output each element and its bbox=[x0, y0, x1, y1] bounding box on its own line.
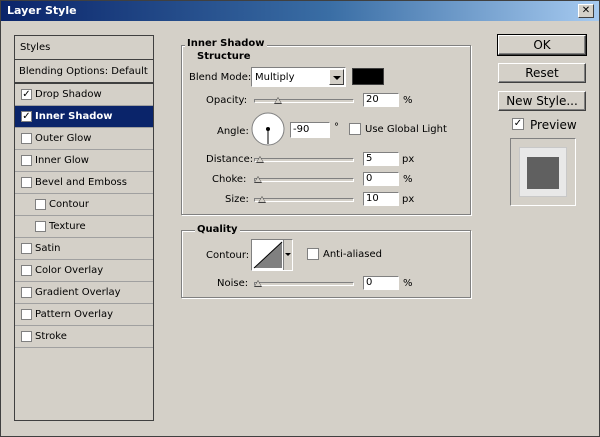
opacity-input[interactable]: 20 bbox=[363, 93, 399, 107]
blend-mode-value: Multiply bbox=[255, 72, 295, 83]
style-item-checkbox[interactable]: ✓ bbox=[21, 111, 32, 122]
contour-dropdown-arrow[interactable] bbox=[283, 240, 292, 270]
style-item-checkbox[interactable] bbox=[21, 265, 32, 276]
style-item-checkbox[interactable] bbox=[21, 331, 32, 342]
opacity-unit: % bbox=[403, 95, 413, 106]
size-unit: px bbox=[402, 194, 415, 205]
title-bar: Layer Style ✕ bbox=[1, 1, 599, 21]
style-item-checkbox[interactable] bbox=[21, 177, 32, 188]
layer-style-dialog: Layer Style ✕ Styles Blending Options: D… bbox=[0, 0, 600, 437]
preview-thumbnail bbox=[510, 138, 576, 206]
style-item-label: Drop Shadow bbox=[35, 89, 102, 100]
noise-slider[interactable] bbox=[254, 282, 354, 286]
style-item-inner-glow[interactable]: Inner Glow bbox=[15, 150, 153, 172]
size-label: Size: bbox=[225, 194, 249, 205]
choke-slider[interactable] bbox=[254, 178, 354, 182]
use-global-light-label: Use Global Light bbox=[365, 124, 447, 135]
shadow-color-swatch[interactable] bbox=[352, 68, 384, 85]
style-item-contour[interactable]: Contour bbox=[15, 194, 153, 216]
panel-title: Inner Shadow bbox=[185, 38, 267, 49]
contour-label: Contour: bbox=[206, 250, 250, 261]
chevron-down-icon bbox=[329, 69, 344, 85]
structure-legend: Structure bbox=[195, 51, 253, 62]
preview-checkbox[interactable]: ✓ bbox=[512, 118, 524, 130]
style-item-checkbox[interactable] bbox=[21, 309, 32, 320]
style-item-drop-shadow[interactable]: ✓ Drop Shadow bbox=[15, 84, 153, 106]
noise-unit: % bbox=[403, 278, 413, 289]
style-item-gradient-overlay[interactable]: Gradient Overlay bbox=[15, 282, 153, 304]
anti-aliased-label: Anti-aliased bbox=[323, 249, 383, 260]
opacity-slider[interactable] bbox=[254, 99, 354, 103]
styles-header-label: Styles bbox=[20, 42, 51, 53]
angle-label: Angle: bbox=[217, 126, 249, 137]
new-style-button[interactable]: New Style... bbox=[498, 91, 586, 111]
style-item-checkbox[interactable] bbox=[21, 155, 32, 166]
choke-input[interactable]: 0 bbox=[363, 172, 399, 186]
use-global-light-checkbox[interactable] bbox=[349, 123, 361, 135]
size-slider-thumb[interactable] bbox=[258, 196, 266, 203]
style-item-label: Inner Shadow bbox=[35, 111, 113, 122]
size-slider[interactable] bbox=[254, 198, 354, 202]
style-item-label: Contour bbox=[49, 199, 89, 210]
anti-aliased-checkbox[interactable] bbox=[307, 248, 319, 260]
style-item-label: Color Overlay bbox=[35, 265, 104, 276]
quality-legend: Quality bbox=[195, 224, 240, 235]
contour-preview-icon bbox=[253, 241, 283, 269]
style-item-stroke[interactable]: Stroke bbox=[15, 326, 153, 348]
style-item-label: Pattern Overlay bbox=[35, 309, 114, 320]
blending-options-item[interactable]: Blending Options: Default bbox=[15, 60, 153, 84]
window-title: Layer Style bbox=[7, 4, 77, 17]
distance-input[interactable]: 5 bbox=[363, 152, 399, 166]
style-item-checkbox[interactable] bbox=[21, 287, 32, 298]
size-input[interactable]: 10 bbox=[363, 192, 399, 206]
style-item-checkbox[interactable] bbox=[35, 199, 46, 210]
blend-mode-label: Blend Mode: bbox=[189, 72, 252, 83]
distance-unit: px bbox=[402, 154, 415, 165]
style-item-checkbox[interactable] bbox=[21, 133, 32, 144]
style-item-pattern-overlay[interactable]: Pattern Overlay bbox=[15, 304, 153, 326]
style-item-checkbox[interactable] bbox=[35, 221, 46, 232]
style-item-label: Bevel and Emboss bbox=[35, 177, 127, 188]
noise-slider-thumb[interactable] bbox=[254, 280, 262, 287]
style-item-checkbox[interactable]: ✓ bbox=[21, 89, 32, 100]
choke-slider-thumb[interactable] bbox=[254, 176, 262, 183]
style-item-satin[interactable]: Satin bbox=[15, 238, 153, 260]
style-item-color-overlay[interactable]: Color Overlay bbox=[15, 260, 153, 282]
style-item-label: Gradient Overlay bbox=[35, 287, 121, 298]
choke-unit: % bbox=[403, 174, 413, 185]
angle-unit: ° bbox=[334, 122, 339, 133]
blending-options-label: Blending Options: Default bbox=[19, 66, 148, 77]
chevron-down-icon bbox=[285, 253, 291, 256]
opacity-label: Opacity: bbox=[206, 95, 248, 106]
angle-input[interactable]: -90 bbox=[290, 122, 330, 138]
style-item-label: Inner Glow bbox=[35, 155, 89, 166]
contour-picker[interactable] bbox=[251, 239, 293, 271]
opacity-slider-thumb[interactable] bbox=[274, 97, 282, 104]
style-item-bevel-and-emboss[interactable]: Bevel and Emboss bbox=[15, 172, 153, 194]
angle-dial[interactable] bbox=[250, 111, 286, 147]
distance-slider[interactable] bbox=[254, 158, 354, 162]
style-item-label: Satin bbox=[35, 243, 61, 254]
style-item-label: Stroke bbox=[35, 331, 67, 342]
style-item-outer-glow[interactable]: Outer Glow bbox=[15, 128, 153, 150]
preview-swatch bbox=[527, 157, 559, 189]
blend-mode-select[interactable]: Multiply bbox=[251, 67, 346, 87]
styles-header[interactable]: Styles bbox=[15, 36, 153, 60]
reset-button[interactable]: Reset bbox=[498, 63, 586, 83]
noise-label: Noise: bbox=[217, 278, 249, 289]
choke-label: Choke: bbox=[212, 174, 247, 185]
close-button[interactable]: ✕ bbox=[578, 4, 594, 18]
style-item-label: Outer Glow bbox=[35, 133, 92, 144]
ok-button[interactable]: OK bbox=[497, 34, 587, 56]
noise-input[interactable]: 0 bbox=[363, 276, 399, 290]
style-item-checkbox[interactable] bbox=[21, 243, 32, 254]
distance-label: Distance: bbox=[206, 154, 254, 165]
preview-label: Preview bbox=[530, 118, 577, 132]
style-item-inner-shadow[interactable]: ✓ Inner Shadow bbox=[15, 106, 153, 128]
style-item-texture[interactable]: Texture bbox=[15, 216, 153, 238]
distance-slider-thumb[interactable] bbox=[256, 156, 264, 163]
style-item-label: Texture bbox=[49, 221, 86, 232]
styles-list: Styles Blending Options: Default ✓ Drop S… bbox=[14, 35, 154, 421]
